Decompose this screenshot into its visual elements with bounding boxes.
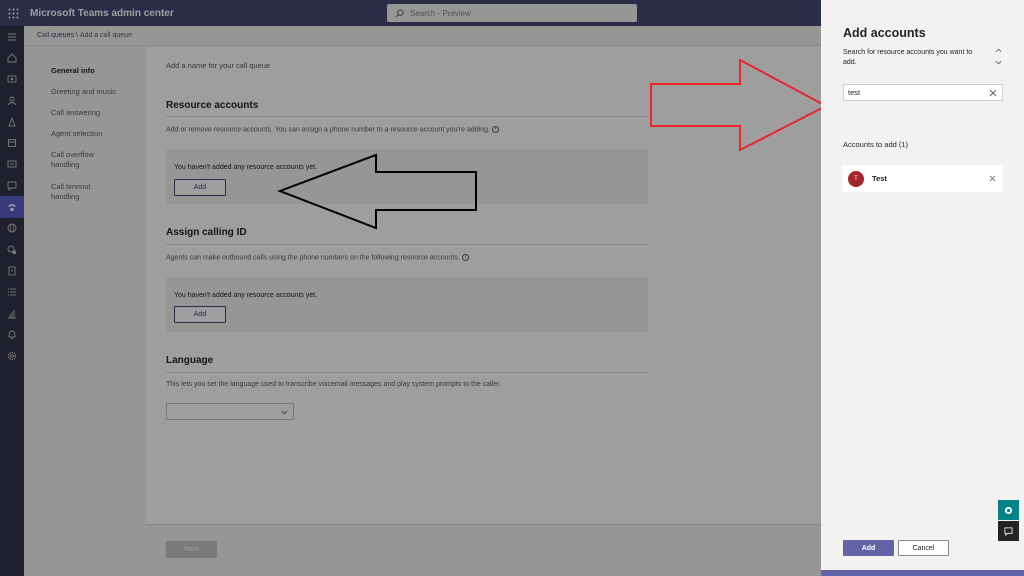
wizard-footer: Next bbox=[146, 524, 821, 576]
divider bbox=[166, 116, 648, 117]
messaging-icon[interactable] bbox=[0, 175, 24, 196]
resource-accounts-box: You haven't added any resource accounts … bbox=[166, 149, 648, 204]
account-search-value: test bbox=[848, 88, 861, 97]
step-agent-selection[interactable]: Agent selection bbox=[24, 129, 146, 150]
remove-account-icon[interactable] bbox=[989, 175, 996, 182]
breadcrumb: Call queues \ Add a call queue bbox=[24, 26, 821, 46]
planning-icon[interactable] bbox=[0, 303, 24, 324]
wizard-steps-nav: General info Greeting and music Call ans… bbox=[24, 46, 146, 576]
panel-cancel-button[interactable]: Cancel bbox=[898, 540, 949, 556]
policy-icon[interactable] bbox=[0, 239, 24, 260]
calling-id-box: You haven't added any resource accounts … bbox=[166, 277, 648, 332]
account-list-item: T Test bbox=[843, 165, 1003, 192]
add-calling-id-button[interactable]: Add bbox=[174, 306, 226, 323]
app-launcher-icon[interactable] bbox=[0, 0, 26, 26]
add-accounts-panel: Add accounts Search for resource account… bbox=[821, 0, 1024, 576]
resource-accounts-title: Resource accounts bbox=[166, 100, 259, 111]
home-icon[interactable] bbox=[0, 47, 24, 68]
panel-scroll-arrows[interactable] bbox=[995, 47, 1003, 69]
panel-title: Add accounts bbox=[843, 26, 926, 40]
users-icon[interactable] bbox=[0, 90, 24, 111]
locations-icon[interactable] bbox=[0, 132, 24, 153]
assign-calling-id-title: Assign calling ID bbox=[166, 227, 247, 238]
divider bbox=[166, 244, 648, 245]
left-rail bbox=[0, 26, 24, 576]
accounts-to-add-label: Accounts to add (1) bbox=[843, 140, 909, 149]
step-call-overflow-handling[interactable]: Call overflow handling bbox=[24, 150, 104, 182]
divider bbox=[166, 372, 648, 373]
org-settings-icon[interactable] bbox=[0, 282, 24, 303]
breadcrumb-current: Add a call queue bbox=[79, 32, 132, 39]
language-dropdown[interactable] bbox=[166, 403, 294, 420]
breadcrumb-call-queues-link[interactable]: Call queues bbox=[37, 32, 74, 39]
help-button[interactable] bbox=[998, 500, 1019, 520]
analytics-icon[interactable] bbox=[0, 260, 24, 281]
teams-icon[interactable] bbox=[0, 69, 24, 90]
help-icon bbox=[1004, 506, 1013, 514]
chevron-up-icon[interactable] bbox=[995, 47, 1002, 54]
meetings-icon[interactable] bbox=[0, 154, 24, 175]
search-placeholder: Search - Preview bbox=[410, 8, 471, 18]
avatar: T bbox=[848, 170, 864, 187]
chevron-down-icon[interactable] bbox=[995, 59, 1002, 66]
settings-icon[interactable] bbox=[0, 345, 24, 366]
step-call-answering[interactable]: Call answering bbox=[24, 108, 146, 129]
chevron-down-icon bbox=[281, 410, 288, 415]
account-name: Test bbox=[872, 174, 887, 183]
add-resource-account-button[interactable]: Add bbox=[174, 179, 226, 196]
resource-accounts-empty-text: You haven't added any resource accounts … bbox=[174, 164, 318, 171]
search-input[interactable]: Search - Preview bbox=[387, 4, 637, 22]
step-call-timeout-handling[interactable]: Call timeout handling bbox=[24, 182, 104, 214]
language-title: Language bbox=[166, 355, 214, 366]
panel-bottom-bar bbox=[821, 570, 1024, 576]
calling-id-empty-text: You haven't added any resource accounts … bbox=[174, 292, 318, 299]
panel-add-button[interactable]: Add bbox=[843, 540, 894, 556]
main-content: Add a name for your call queue Resource … bbox=[146, 46, 821, 576]
clear-icon[interactable] bbox=[989, 89, 997, 97]
internet-icon[interactable] bbox=[0, 218, 24, 239]
next-button[interactable]: Next bbox=[166, 541, 217, 558]
name-hint: Add a name for your call queue bbox=[166, 61, 271, 70]
step-general-info[interactable]: General info bbox=[24, 66, 146, 87]
notifications-icon[interactable] bbox=[0, 324, 24, 345]
voice-icon[interactable] bbox=[0, 196, 24, 218]
feedback-button[interactable] bbox=[998, 521, 1019, 541]
language-description: This lets you set the language used to t… bbox=[166, 381, 502, 388]
resource-accounts-description: Add or remove resource accounts. You can… bbox=[166, 126, 499, 133]
search-icon bbox=[395, 8, 404, 17]
panel-description: Search for resource accounts you want to… bbox=[843, 49, 973, 66]
info-icon[interactable]: i bbox=[461, 254, 469, 261]
account-search-input[interactable]: test bbox=[843, 84, 1003, 101]
app-title: Microsoft Teams admin center bbox=[30, 7, 174, 19]
menu-icon[interactable] bbox=[0, 26, 24, 47]
info-icon[interactable]: i bbox=[491, 126, 499, 133]
step-greeting-and-music[interactable]: Greeting and music bbox=[24, 87, 146, 108]
calling-id-description: Agents can make outbound calls using the… bbox=[166, 254, 469, 261]
feedback-icon bbox=[1004, 526, 1013, 536]
devices-icon[interactable] bbox=[0, 111, 24, 132]
